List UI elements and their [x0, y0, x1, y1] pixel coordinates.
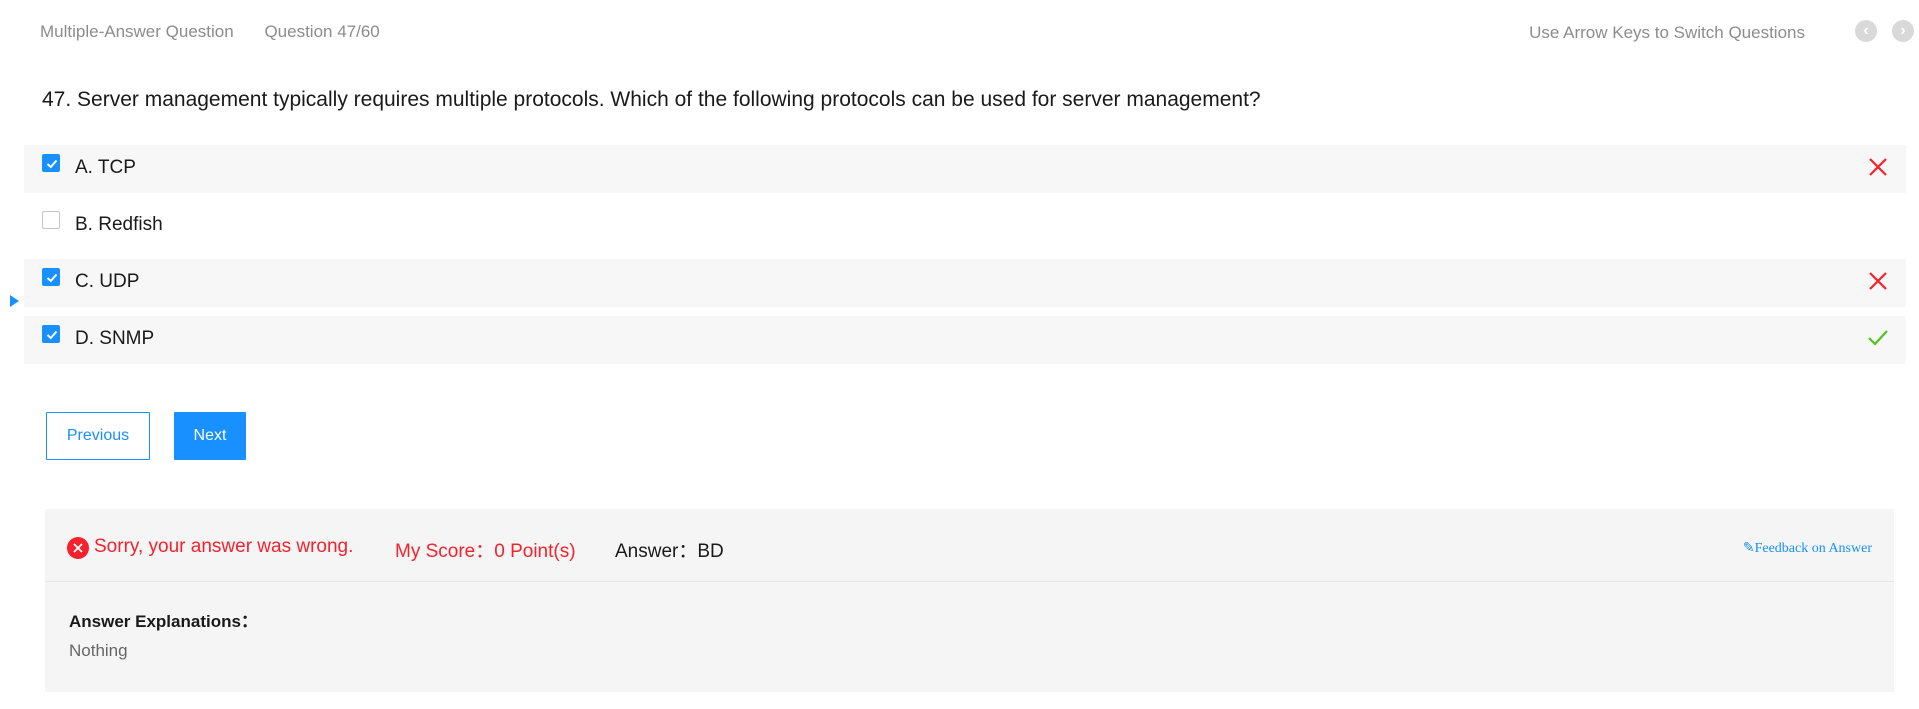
- result-summary: Sorry, your answer was wrong. My Score：0…: [45, 509, 1894, 582]
- wrong-mark-icon: [1866, 269, 1890, 293]
- answer-text: Answer：BD: [615, 541, 724, 562]
- feedback-label: Feedback on Answer: [1754, 541, 1872, 556]
- option-c[interactable]: C. UDP: [24, 259, 1906, 307]
- explanation-body: Nothing: [69, 641, 128, 660]
- checkbox-option-a[interactable]: [42, 154, 60, 172]
- chevron-right-icon[interactable]: ›: [1892, 20, 1914, 42]
- option-a[interactable]: A. TCP: [24, 145, 1906, 193]
- caret-right-icon: [10, 295, 19, 307]
- nav-hint: Use Arrow Keys to Switch Questions: [1529, 23, 1805, 42]
- previous-button[interactable]: Previous: [46, 412, 150, 460]
- checkbox-option-b[interactable]: [42, 211, 60, 229]
- question-progress: Question 47/60: [264, 22, 380, 41]
- edit-icon: ✎: [1742, 541, 1755, 556]
- result-panel: Sorry, your answer was wrong. My Score：0…: [45, 509, 1894, 692]
- next-button[interactable]: Next: [174, 412, 246, 460]
- option-b[interactable]: B. Redfish: [24, 202, 1906, 250]
- close-circle-icon: [67, 537, 89, 559]
- result-message: Sorry, your answer was wrong.: [94, 536, 354, 557]
- option-label: D. SNMP: [75, 328, 155, 349]
- option-label: C. UDP: [75, 271, 140, 292]
- option-d[interactable]: D. SNMP: [24, 316, 1906, 364]
- feedback-link[interactable]: ✎Feedback on Answer: [1743, 540, 1872, 557]
- option-label: A. TCP: [75, 157, 136, 178]
- chevron-left-icon[interactable]: ‹: [1855, 20, 1877, 42]
- checkbox-option-d[interactable]: [42, 325, 60, 343]
- score-text: My Score：0 Point(s): [395, 541, 576, 562]
- question-type: Multiple-Answer Question: [40, 22, 234, 41]
- option-label: B. Redfish: [75, 214, 163, 235]
- question-text: 47. Server management typically requires…: [42, 88, 1261, 111]
- correct-mark-icon: [1866, 326, 1890, 350]
- question-header: Multiple-Answer Question Question 47/60: [40, 22, 406, 42]
- explanation-title: Answer Explanations：: [69, 612, 258, 631]
- checkbox-option-c[interactable]: [42, 268, 60, 286]
- wrong-mark-icon: [1866, 155, 1890, 179]
